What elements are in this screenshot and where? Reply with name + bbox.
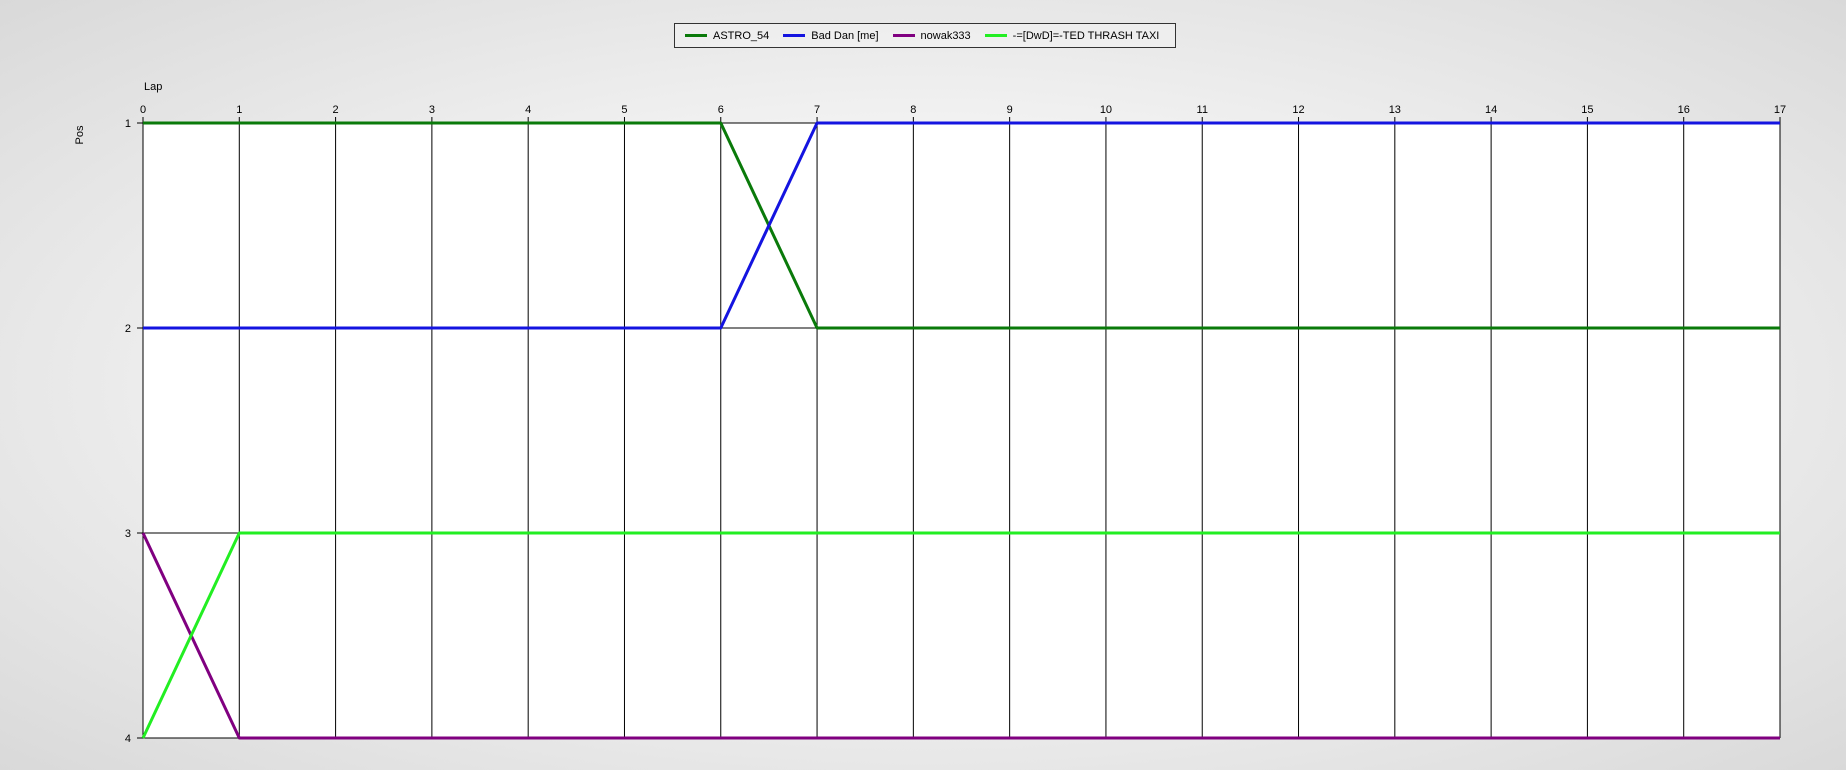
plot-area: 0 1 2 3 4 5 6 7 8 9 10 11 12 13 14 15 16 171234LapPos [74,81,1786,745]
legend-label: ASTRO_54 [713,29,770,42]
x-tick-label: 7 [814,104,820,116]
y-tick-label: 4 [125,733,131,745]
chart: ASTRO_54 Bad Dan [me] nowak333 -=[DwD]=-TED… [0,0,1846,770]
x-tick-label: 2 [333,104,339,116]
legend-item: Bad Dan [me] [783,29,879,42]
legend-swatch [984,34,1007,37]
x-axis-label: Lap [144,81,162,93]
legend-item: nowak333 [892,29,971,42]
y-tick-label: 3 [125,528,131,540]
x-tick-label: 1 [236,104,242,116]
x-tick-label: 17 [1774,104,1786,116]
x-tick-label: 8 [910,104,916,116]
legend-item: -=[DwD]=-TED THRASH TAXI [984,29,1160,42]
legend-swatch [685,34,707,37]
y-axis-label: Pos [74,125,86,144]
legend-swatch [892,34,915,37]
x-tick-label: 9 [1007,104,1013,116]
legend-label: Bad Dan [me] [811,29,879,42]
y-tick-label: 1 [125,118,131,130]
legend-label: -=[DwD]=-TED THRASH TAXI [1012,29,1160,42]
x-tick-label: 12 [1292,104,1304,116]
x-tick-label: 13 [1389,104,1401,116]
x-tick-label: 5 [621,104,627,116]
plot-background [143,123,1780,738]
x-tick-label: 4 [525,104,531,116]
x-tick-label: 15 [1581,104,1593,116]
x-tick-label: 14 [1485,104,1497,116]
x-tick-label: 11 [1197,104,1208,116]
chart-legend: ASTRO_54 Bad Dan [me] nowak333 -=[DwD]=-TED… [674,23,1177,48]
x-tick-label: 16 [1678,104,1690,116]
legend-label: nowak333 [920,29,971,42]
legend-item: ASTRO_54 [685,30,769,42]
y-tick-label: 2 [125,323,131,335]
legend-swatch [783,34,806,37]
x-tick-label: 6 [718,104,724,116]
x-tick-label: 3 [429,104,435,116]
x-tick-label: 0 [140,104,146,116]
x-tick-label: 10 [1100,104,1112,116]
